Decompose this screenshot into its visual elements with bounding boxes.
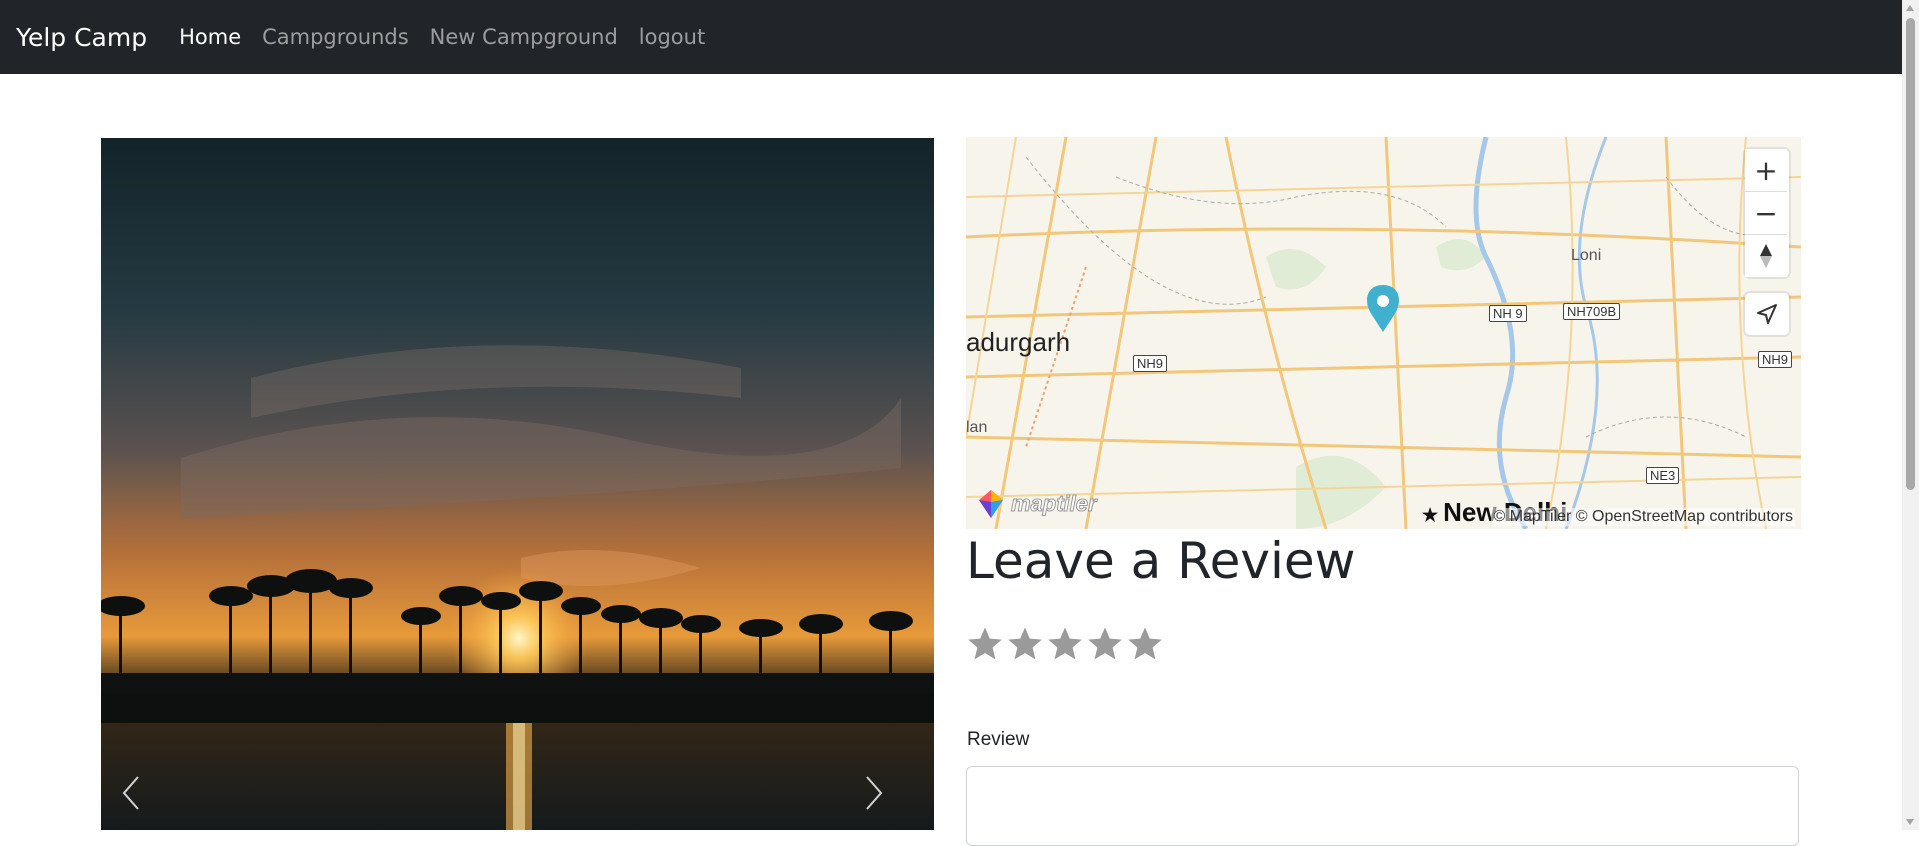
review-textarea[interactable] bbox=[966, 766, 1799, 846]
nav-campgrounds-link[interactable]: Campgrounds bbox=[262, 25, 409, 49]
zoom-out-button[interactable]: − bbox=[1745, 192, 1787, 235]
top-navbar: Yelp Camp Home Campgrounds New Campgroun… bbox=[0, 0, 1902, 74]
leave-review-heading: Leave a Review bbox=[966, 532, 1356, 590]
map-attribution[interactable]: © MapTiler © OpenStreetMap contributors bbox=[1491, 508, 1795, 526]
compass-icon bbox=[1760, 244, 1772, 268]
map-label-nh9-center: NH 9 bbox=[1489, 305, 1527, 322]
map-label-nilothi: lan bbox=[966, 419, 988, 436]
rating-star-3-icon[interactable] bbox=[1046, 625, 1084, 663]
maptiler-logo-text: maptiler bbox=[1011, 491, 1098, 517]
map-label-nh9-west: NH9 bbox=[1133, 355, 1168, 372]
nav-home-link[interactable]: Home bbox=[179, 25, 241, 49]
rating-star-4-icon[interactable] bbox=[1086, 625, 1124, 663]
campground-photo bbox=[101, 138, 934, 830]
chevron-right-icon bbox=[866, 776, 883, 810]
navigation-arrow-icon bbox=[1757, 304, 1777, 324]
brand-link[interactable]: Yelp Camp bbox=[16, 23, 147, 52]
chevron-left-icon bbox=[122, 776, 139, 810]
map-label-nh709b: NH709B bbox=[1563, 303, 1621, 320]
map-zoom-controls: + − bbox=[1745, 149, 1789, 277]
map-label-bahadurgarh: adurgarh bbox=[966, 327, 1071, 357]
nav-new-campground-link[interactable]: New Campground bbox=[430, 25, 618, 49]
map-label-ne3: NE3 bbox=[1646, 467, 1680, 484]
rating-star-5-icon[interactable] bbox=[1126, 625, 1164, 663]
scroll-thumb[interactable] bbox=[1906, 18, 1915, 490]
campground-map[interactable]: adurgarh Loni lan NH9 NH 9 NH709B NH9 NE… bbox=[966, 137, 1801, 529]
scroll-up-arrow[interactable] bbox=[1906, 5, 1914, 11]
compass-button[interactable] bbox=[1745, 235, 1787, 277]
carousel-next-button[interactable] bbox=[854, 758, 894, 828]
rating-star-2-icon[interactable] bbox=[1006, 625, 1044, 663]
geolocate-button[interactable] bbox=[1745, 293, 1789, 335]
campground-image-carousel bbox=[101, 138, 934, 830]
scroll-down-arrow[interactable] bbox=[1906, 819, 1914, 825]
zoom-in-button[interactable]: + bbox=[1745, 149, 1787, 192]
maptiler-logo[interactable]: maptiler bbox=[975, 488, 1097, 520]
star-rating bbox=[966, 625, 1164, 663]
nav-logout-link[interactable]: logout bbox=[639, 25, 705, 49]
carousel-prev-button[interactable] bbox=[111, 758, 151, 828]
maptiler-logo-icon bbox=[979, 490, 1003, 518]
page-scrollbar[interactable] bbox=[1902, 0, 1919, 830]
review-label: Review bbox=[967, 729, 1030, 750]
map-label-loni: Loni bbox=[1571, 247, 1602, 264]
rating-star-1-icon[interactable] bbox=[966, 625, 1004, 663]
map-label-nh9-east: NH9 bbox=[1758, 351, 1793, 368]
